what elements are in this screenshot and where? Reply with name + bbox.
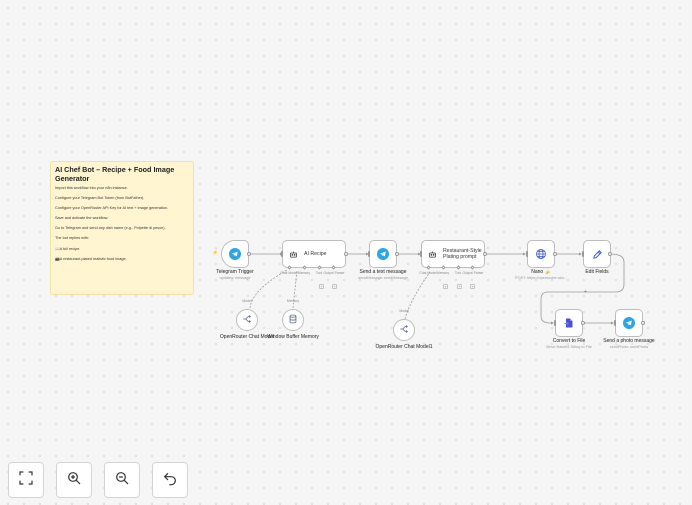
undo-icon bbox=[162, 470, 178, 491]
port-label-output-parser: Output Parser bbox=[462, 271, 484, 275]
openrouter-chat-model1-node[interactable] bbox=[393, 319, 415, 341]
workflow-canvas[interactable]: + AI Chef Bot – Recipe + Food Image Gene… bbox=[0, 0, 692, 505]
robot-icon bbox=[427, 249, 437, 259]
add-parser-button[interactable]: + bbox=[332, 284, 337, 289]
pencil-icon bbox=[584, 241, 610, 267]
port-label-memory: Memory bbox=[436, 271, 450, 275]
sticky-line: Import this workflow into your n8n insta… bbox=[55, 186, 128, 190]
globe-icon bbox=[528, 241, 554, 267]
output-port[interactable] bbox=[641, 321, 645, 325]
sticky-line: Configure your OpenRouter API Key for AI… bbox=[55, 206, 169, 211]
output-port[interactable] bbox=[395, 252, 399, 256]
file-convert-icon bbox=[556, 310, 582, 336]
output-port[interactable] bbox=[608, 252, 612, 256]
send-photo-node[interactable] bbox=[615, 309, 643, 337]
add-parser-button[interactable]: + bbox=[470, 284, 475, 289]
undo-button[interactable] bbox=[152, 462, 188, 498]
port-label-output-parser: Output Parser bbox=[323, 271, 345, 275]
robot-icon bbox=[288, 249, 298, 259]
input-port[interactable] bbox=[582, 251, 584, 257]
zoom-out-icon bbox=[114, 470, 130, 491]
input-port[interactable] bbox=[554, 320, 556, 326]
openrouter-icon bbox=[399, 321, 409, 339]
ai-recipe-node[interactable]: AI Recipe bbox=[282, 240, 346, 268]
openrouter-chat-model1-label: OpenRouter Chat Model1 bbox=[375, 344, 433, 350]
plating-prompt-node[interactable]: Restaurant-Style Plating prompt bbox=[421, 240, 485, 268]
fit-view-button[interactable] bbox=[8, 462, 44, 498]
sticky-line: Configure your Telegram Bot Token (from … bbox=[55, 196, 145, 201]
sticky-note[interactable]: AI Chef Bot – Recipe + Food Image Genera… bbox=[50, 161, 194, 295]
add-tool-button[interactable]: + bbox=[457, 284, 462, 289]
window-buffer-memory-label: Window Buffer Memory bbox=[267, 334, 319, 340]
zoom-out-button[interactable] bbox=[104, 462, 140, 498]
input-port[interactable] bbox=[281, 251, 283, 257]
port-label-chat-model: Chat Model bbox=[419, 271, 437, 275]
plating-prompt-title: Restaurant-Style Plating prompt bbox=[443, 248, 482, 260]
convert-file-label: Convert to File bbox=[552, 338, 586, 344]
output-port[interactable] bbox=[483, 252, 487, 256]
send-photo-sub: sendPhoto: sendPhoto bbox=[609, 345, 649, 349]
sticky-line: Go to Telegram and send any dish name (e… bbox=[55, 226, 166, 231]
svg-text:+: + bbox=[584, 289, 587, 295]
telegram-icon bbox=[222, 241, 248, 267]
sticky-title: AI Chef Bot – Recipe + Food Image Genera… bbox=[55, 165, 175, 183]
nano-node[interactable] bbox=[527, 240, 555, 268]
send-text-label: Send a text message bbox=[359, 269, 407, 275]
telegram-trigger-node[interactable] bbox=[221, 240, 249, 268]
fit-view-icon bbox=[18, 470, 34, 491]
output-port[interactable] bbox=[581, 321, 585, 325]
port-label-chat-model: Chat Model bbox=[280, 271, 298, 275]
input-port[interactable] bbox=[368, 251, 370, 257]
nano-sub: POST: https://openrouter.ai/a... bbox=[515, 276, 567, 280]
port-label-tool: Tool bbox=[454, 271, 462, 275]
telegram-icon bbox=[370, 241, 396, 267]
convert-file-sub: Move Base64 String to File bbox=[546, 345, 592, 349]
send-photo-label: Send a photo message bbox=[603, 338, 655, 344]
send-text-sub: sendMessage: sendMessage bbox=[358, 276, 408, 280]
output-port[interactable] bbox=[553, 252, 557, 256]
window-buffer-memory-node[interactable] bbox=[282, 309, 304, 331]
openrouter-chat-model-node[interactable] bbox=[236, 309, 258, 331]
sticky-line: 📖A full recipe. bbox=[55, 246, 81, 251]
pin-icon: ⚡ bbox=[212, 250, 219, 256]
edge-label-model: Model bbox=[242, 299, 252, 303]
database-icon bbox=[288, 311, 298, 329]
edit-fields-label: Edit Fields bbox=[585, 269, 609, 275]
edit-fields-node[interactable] bbox=[583, 240, 611, 268]
nano-label: Nano 🍌 bbox=[531, 269, 551, 275]
input-port[interactable] bbox=[526, 251, 528, 257]
port-label-memory: Memory bbox=[297, 271, 311, 275]
telegram-trigger-sub: updates: message bbox=[219, 276, 251, 280]
zoom-in-icon bbox=[66, 470, 82, 491]
edge-label-model: Model bbox=[399, 309, 409, 313]
send-text-node[interactable] bbox=[369, 240, 397, 268]
openrouter-chat-model-label: OpenRouter Chat Model bbox=[219, 334, 275, 340]
sticky-line: Save and activate the workflow. bbox=[55, 216, 109, 221]
output-port[interactable] bbox=[344, 252, 348, 256]
input-port[interactable] bbox=[420, 251, 422, 257]
openrouter-icon bbox=[242, 311, 252, 329]
output-port[interactable] bbox=[247, 252, 251, 256]
add-tool-button[interactable]: + bbox=[319, 284, 324, 289]
telegram-trigger-label: Telegram Trigger bbox=[216, 269, 254, 275]
add-memory-button[interactable]: + bbox=[443, 284, 448, 289]
sticky-line: The bot replies with: bbox=[55, 236, 89, 241]
sticky-line: 📸A restaurant-plated realistic food imag… bbox=[55, 256, 127, 261]
zoom-in-button[interactable] bbox=[56, 462, 92, 498]
edge-label-memory: Memory bbox=[286, 299, 300, 303]
input-port[interactable] bbox=[614, 320, 616, 326]
convert-file-node[interactable] bbox=[555, 309, 583, 337]
port-label-tool: Tool bbox=[315, 271, 323, 275]
ai-recipe-title: AI Recipe bbox=[304, 251, 327, 257]
telegram-icon bbox=[616, 310, 642, 336]
